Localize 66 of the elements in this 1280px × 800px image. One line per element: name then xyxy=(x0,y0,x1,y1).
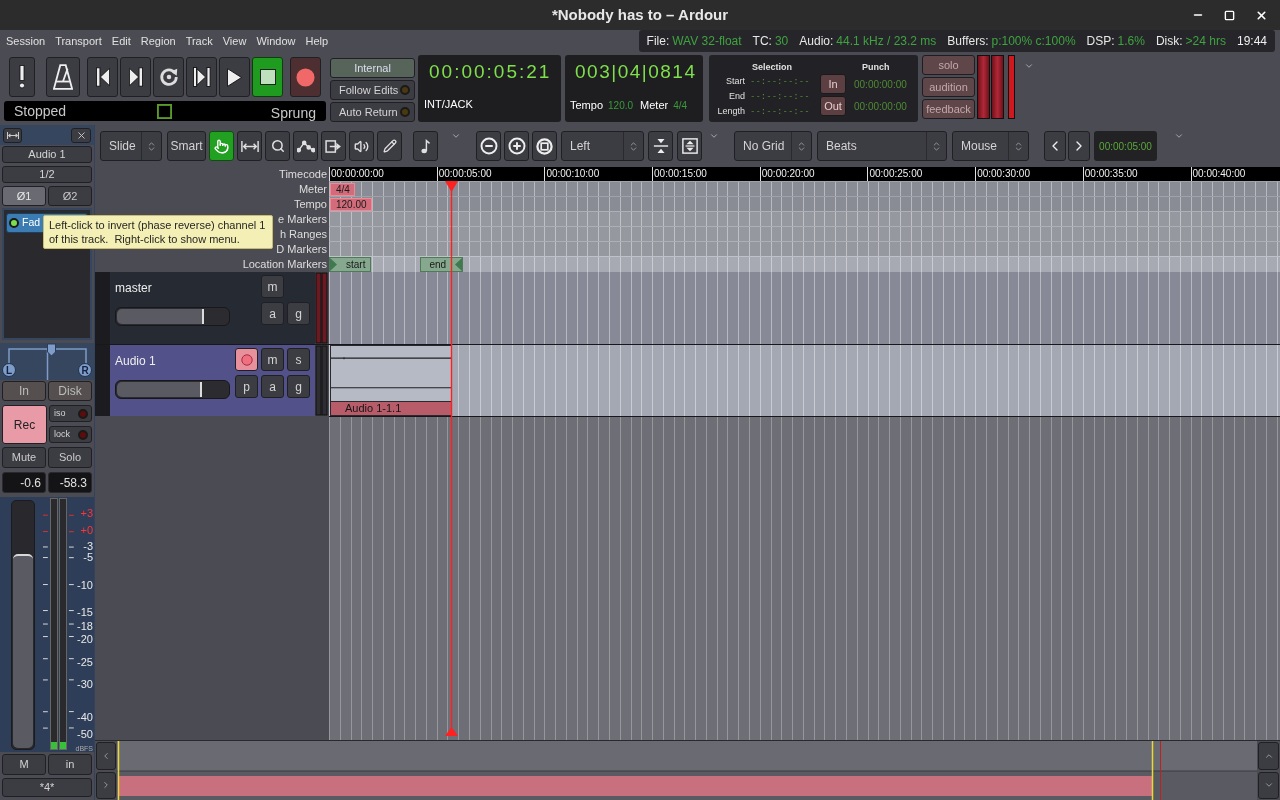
clock-display: 003|04|0814 xyxy=(574,60,698,84)
status-label: TC: xyxy=(752,33,772,50)
right-channel-label: R xyxy=(78,363,92,377)
punch-time: 00:00:00:00 xyxy=(854,77,907,92)
meter-scale-label: -20 xyxy=(77,633,93,645)
meter-scale-label: -40 xyxy=(77,711,93,723)
status-value: >24 hrs xyxy=(1185,33,1226,50)
status-label: Audio: xyxy=(799,33,834,50)
meter-scale-label: -3 xyxy=(83,540,93,552)
clock-display: 00:00:05:21 xyxy=(428,60,553,84)
status-value: 1.6% xyxy=(1117,33,1145,50)
selection-value: --:--:--:-- xyxy=(750,104,810,118)
status-label: Buffers: xyxy=(947,33,989,50)
left-channel-label: L xyxy=(2,363,16,377)
timecode-label: 00:00:40:00 xyxy=(1191,167,1247,180)
timecode-label: 00:00:25:00 xyxy=(868,167,924,180)
status-value: 30 xyxy=(774,33,789,50)
status-value: p:100% c:100% xyxy=(991,33,1076,50)
selection-label: Start xyxy=(725,74,745,88)
timecode-label: 00:00:05:00 xyxy=(437,167,493,180)
meter-scale-label: -5 xyxy=(83,551,93,563)
timecode-label: 00:00:00:00 xyxy=(330,167,385,180)
peak-display: -58.3 xyxy=(48,472,92,493)
meter-scale-label: +3 xyxy=(80,507,93,519)
ruler-label: Meter xyxy=(298,182,327,195)
panel-title: Punch xyxy=(861,61,891,73)
punch-time: 00:00:00:00 xyxy=(854,99,907,114)
meter-scale-label: -15 xyxy=(77,606,93,618)
ruler-label: h Ranges xyxy=(279,227,327,240)
selection-value: --:--:--:-- xyxy=(750,89,810,103)
timecode-label: 00:00:35:00 xyxy=(1083,167,1139,180)
tempo-value: 120.0 xyxy=(608,98,634,113)
transport-state: Stopped xyxy=(14,101,67,121)
meter-scale-label: -10 xyxy=(77,579,93,591)
clock-source: INT/JACK xyxy=(424,96,474,112)
timecode-label: 00:00:30:00 xyxy=(976,167,1031,180)
meter-scale-label: +0 xyxy=(80,524,93,536)
region-name: Audio 1-1.1 xyxy=(331,401,451,415)
timecode-label: 00:00:15:00 xyxy=(653,167,708,180)
meter-scale-label: -50 xyxy=(77,728,93,740)
tempo-label: Tempo xyxy=(570,97,604,113)
ruler-label: D Markers xyxy=(276,242,327,255)
status-label: Disk: xyxy=(1155,33,1183,50)
panel-title: Selection xyxy=(751,61,792,74)
meter-scale-label: -18 xyxy=(77,620,93,632)
meter-scale-label: -30 xyxy=(77,678,93,690)
ruler-label: e Markers xyxy=(278,212,327,225)
transport-mode: Sprung xyxy=(270,103,316,123)
meter-scale-label: -25 xyxy=(77,656,93,668)
selection-value: --:--:--:-- xyxy=(750,74,810,88)
timecode-label: 00:00:10:00 xyxy=(545,167,601,180)
ruler-label: Location Markers xyxy=(242,258,327,270)
status-value: 44.1 kHz / 23.2 ms xyxy=(836,33,937,50)
clock-time: 19:44 xyxy=(1236,33,1267,50)
status-value: WAV 32-float xyxy=(672,33,742,50)
selection-label: Length xyxy=(716,104,745,118)
ruler-label: Tempo xyxy=(293,197,327,210)
status-label: DSP: xyxy=(1086,33,1115,50)
window-title: *Nobody has to – Ardour xyxy=(551,4,729,25)
meter-label: Meter xyxy=(640,97,669,113)
selection-label: End xyxy=(728,89,745,103)
tooltip: Left-click to invert (phase reverse) channel 1 of this track. Right-click to show menu. xyxy=(43,215,273,249)
timecode-label: 00:00:20:00 xyxy=(760,167,816,180)
ruler-label: Timecode xyxy=(279,168,327,180)
meter-value: 4/4 xyxy=(673,98,688,113)
status-label: File: xyxy=(646,33,670,50)
